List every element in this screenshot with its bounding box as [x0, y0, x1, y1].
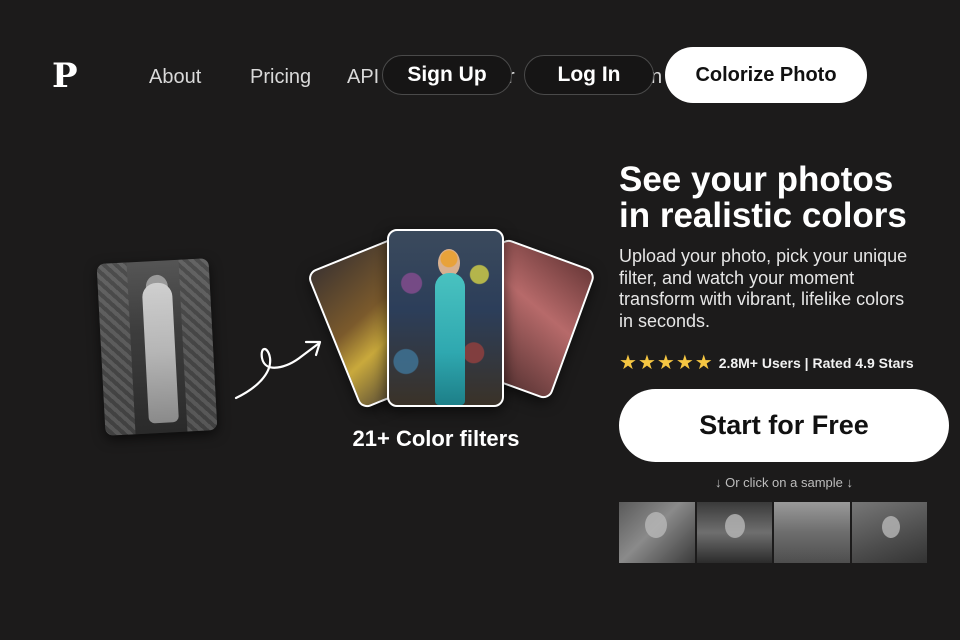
color-filter-card-front [387, 229, 504, 407]
sample-photos [619, 502, 927, 563]
star-icon: ★ [694, 352, 713, 374]
hero-title-line-1: See your photos [619, 160, 894, 199]
star-icon: ★ [619, 352, 637, 374]
photo-background-panel [96, 262, 136, 436]
star-icon: ★ [637, 352, 656, 374]
sample-photo-1[interactable] [619, 502, 695, 563]
sample-face [645, 512, 667, 538]
sample-photo-3[interactable] [774, 502, 850, 563]
curly-arrow-icon [234, 340, 322, 400]
colorize-photo-button[interactable]: Colorize Photo [665, 47, 867, 103]
nav-pricing-link[interactable]: Pricing [250, 64, 311, 90]
black-white-sample-photo [96, 258, 218, 436]
page: P About Pricing API r n Sign Up Log In C… [0, 0, 960, 640]
photo-figure [141, 282, 179, 424]
sample-photo-2[interactable] [696, 502, 772, 563]
sample-photo-4[interactable] [851, 502, 927, 563]
nav-about-link[interactable]: About [149, 64, 201, 90]
start-for-free-button[interactable]: Start for Free [619, 389, 949, 462]
rating-row: ★ ★ ★ ★ ★ 2.8M+ Users | Rated 4.9 Stars [619, 352, 914, 374]
hero-title: See your photos in realistic colors [619, 162, 939, 234]
sign-up-button[interactable]: Sign Up [382, 55, 512, 95]
photo-background-panel [178, 258, 218, 432]
logo[interactable]: P [52, 56, 78, 96]
star-icon: ★ [675, 352, 694, 374]
sample-hint: ↓ Or click on a sample ↓ [715, 475, 853, 490]
color-filters-caption: 21+ Color filters [352, 426, 520, 451]
rating-text: 2.8M+ Users | Rated 4.9 Stars [718, 355, 914, 371]
sample-face [724, 514, 745, 538]
star-icon: ★ [656, 352, 675, 374]
hero-subtitle: Upload your photo, pick your unique filt… [619, 246, 908, 331]
hero-title-line-2: in realistic colors [619, 196, 907, 235]
star-rating: ★ ★ ★ ★ ★ [619, 353, 713, 373]
log-in-button[interactable]: Log In [524, 55, 654, 95]
sample-face [881, 516, 900, 538]
nav-api-link[interactable]: API [347, 64, 379, 90]
card-figure [435, 273, 465, 405]
